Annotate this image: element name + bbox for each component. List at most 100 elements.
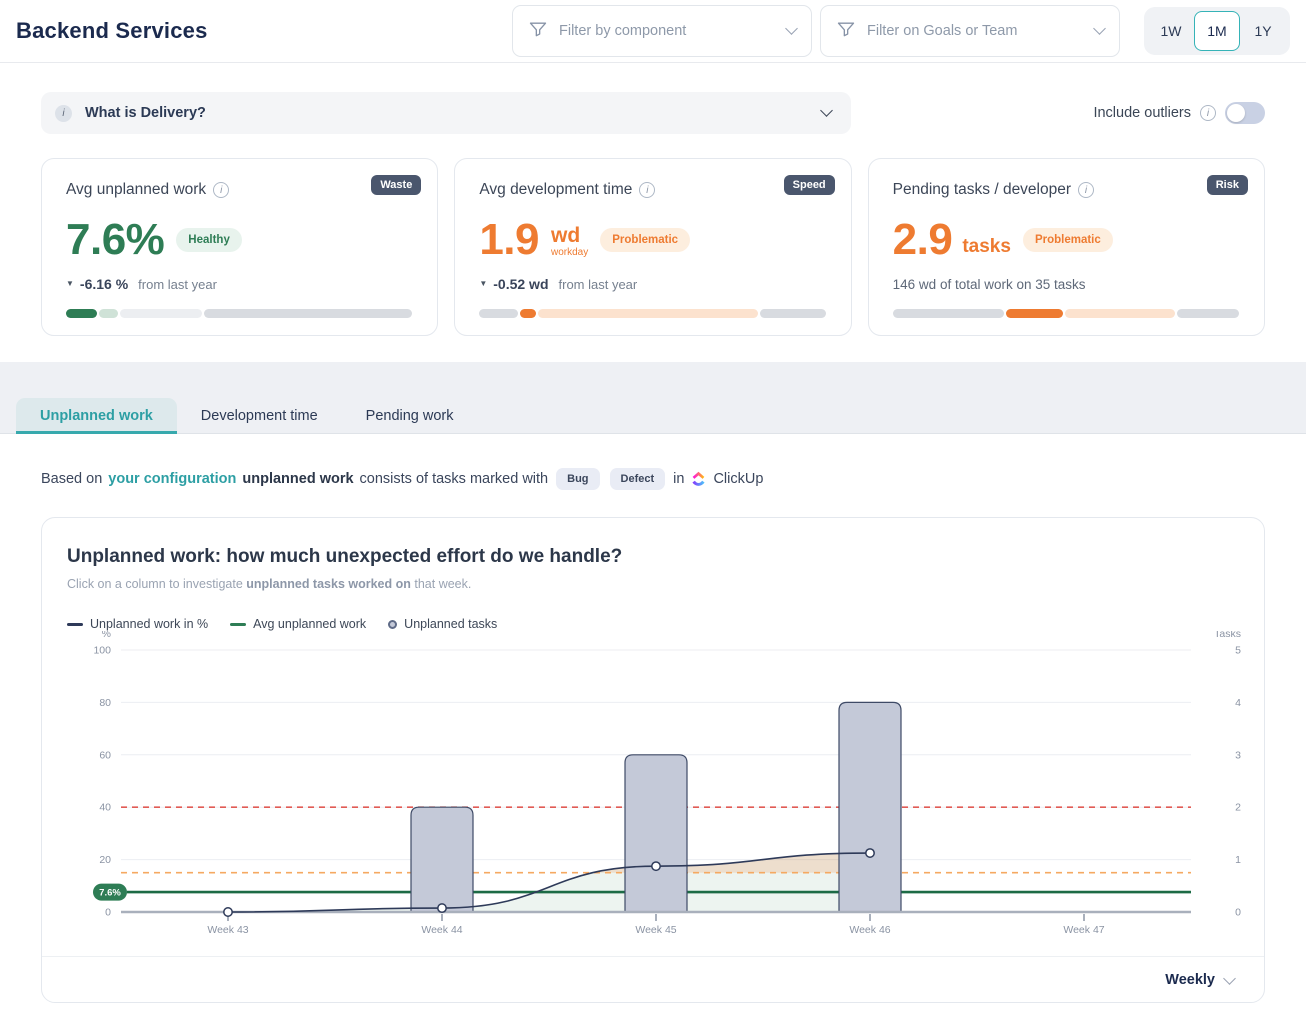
svg-text:1: 1: [1235, 854, 1241, 866]
component-filter-dropdown[interactable]: Filter by component: [512, 5, 812, 57]
svg-text:Tasks: Tasks: [1214, 631, 1241, 640]
svg-text:0: 0: [105, 907, 111, 919]
svg-text:%: %: [102, 631, 111, 640]
delta-caption: from last year: [138, 277, 217, 292]
info-icon[interactable]: i: [639, 182, 655, 198]
include-outliers-control: Include outliers i: [1093, 102, 1265, 124]
note-prefix: Based on: [41, 471, 102, 487]
tag-chip-defect: Defect: [610, 468, 666, 490]
status-badge: Healthy: [176, 228, 242, 252]
subtitle-bold: unplanned tasks worked on: [246, 577, 411, 591]
category-badge-speed: Speed: [784, 175, 835, 195]
tab-content: Based on your configuration unplanned wo…: [0, 468, 1306, 1003]
legend-item-unplanned-work-in-[interactable]: Unplanned work in %: [67, 617, 208, 631]
svg-text:0: 0: [1235, 907, 1241, 919]
range-1m-button[interactable]: 1M: [1194, 11, 1240, 51]
svg-text:60: 60: [99, 749, 111, 761]
goals-team-filter-placeholder: Filter on Goals or Team: [867, 23, 1017, 39]
unplanned-work-chart-card: Unplanned work: how much unexpected effo…: [41, 517, 1265, 1003]
progress-segment: [1065, 309, 1174, 318]
status-badge: Problematic: [1023, 228, 1113, 252]
info-icon[interactable]: i: [213, 182, 229, 198]
tab-development-time[interactable]: Development time: [177, 398, 342, 434]
progress-segment: [760, 309, 826, 318]
granularity-label: Weekly: [1165, 972, 1215, 988]
svg-text:4: 4: [1235, 697, 1241, 709]
chevron-down-icon: [1223, 972, 1236, 985]
svg-text:Week 45: Week 45: [635, 924, 676, 936]
triangle-down-icon: ▼: [66, 280, 74, 288]
legend-label: Unplanned tasks: [404, 617, 497, 631]
chart-title: Unplanned work: how much unexpected effo…: [67, 546, 1239, 568]
include-outliers-toggle[interactable]: [1225, 102, 1265, 124]
goals-team-filter-dropdown[interactable]: Filter on Goals or Team: [820, 5, 1120, 57]
delta-value: -6.16 %: [80, 276, 128, 292]
delta-value: -0.52 wd: [493, 276, 548, 292]
tab-pending-work[interactable]: Pending work: [342, 398, 478, 434]
info-icon[interactable]: i: [1078, 182, 1094, 198]
legend-line-swatch: [230, 623, 246, 626]
range-1w-button[interactable]: 1W: [1148, 11, 1194, 51]
metric-card-pending-tasks: Pending tasks / developer i Risk 2.9 tas…: [868, 158, 1265, 336]
card-title: Avg development time: [479, 181, 632, 199]
chart-subtitle: Click on a column to investigate unplann…: [67, 577, 1239, 591]
range-1y-button[interactable]: 1Y: [1240, 11, 1286, 51]
svg-text:20: 20: [99, 854, 111, 866]
svg-text:Week 43: Week 43: [207, 924, 248, 936]
info-icon[interactable]: i: [1200, 105, 1216, 121]
metric-cards: Avg unplanned work i Waste 7.6% Healthy …: [41, 158, 1265, 336]
tab-unplanned-work[interactable]: Unplanned work: [16, 398, 177, 434]
legend-label: Unplanned work in %: [90, 617, 208, 631]
progress-segment: [1006, 309, 1063, 318]
legend-line-swatch: [67, 623, 83, 626]
progress-segment: [99, 309, 118, 318]
accordion-label: What is Delivery?: [85, 105, 206, 121]
delta-caption: from last year: [559, 277, 638, 292]
toggle-knob: [1227, 104, 1245, 122]
subtitle-prefix: Click on a column to investigate: [67, 577, 243, 591]
configuration-note: Based on your configuration unplanned wo…: [41, 468, 1265, 490]
svg-text:5: 5: [1235, 645, 1241, 657]
page-title: Backend Services: [16, 18, 208, 44]
progress-bar: [893, 309, 1240, 318]
app-header: Backend Services Filter by component Fil…: [0, 0, 1306, 63]
bar-week-44[interactable]: [411, 807, 473, 912]
legend-circle-swatch: [388, 620, 397, 629]
granularity-dropdown[interactable]: Weekly: [42, 956, 1264, 1002]
svg-text:40: 40: [99, 802, 111, 814]
unplanned-chart: 7.6%Week 43Week 44Week 45Week 46Week 47%…: [67, 631, 1247, 941]
card-title: Pending tasks / developer: [893, 181, 1071, 199]
chart-legend: Unplanned work in % Avg unplanned work Unp…: [67, 617, 1239, 631]
svg-text:Week 47: Week 47: [1063, 924, 1104, 936]
metric-value: 7.6%: [66, 215, 164, 265]
tab-label: Pending work: [366, 408, 454, 424]
what-is-delivery-accordion[interactable]: i What is Delivery?: [41, 92, 851, 134]
tab-label: Unplanned work: [40, 408, 153, 424]
progress-segment: [1177, 309, 1240, 318]
svg-text:80: 80: [99, 697, 111, 709]
legend-label: Avg unplanned work: [253, 617, 366, 631]
tab-label: Development time: [201, 408, 318, 424]
configuration-link[interactable]: your configuration: [108, 471, 236, 487]
svg-text:100: 100: [93, 645, 111, 657]
progress-segment: [204, 309, 412, 318]
card-title: Avg unplanned work: [66, 181, 206, 199]
note-bold: unplanned work: [242, 471, 353, 487]
bar-week-46[interactable]: [839, 702, 901, 912]
subtitle-suffix: that week.: [414, 577, 471, 591]
metric-card-unplanned-work: Avg unplanned work i Waste 7.6% Healthy …: [41, 158, 438, 336]
legend-item-avg-unplanned-work[interactable]: Avg unplanned work: [230, 617, 366, 631]
funnel-icon: [528, 19, 548, 43]
bar-week-45[interactable]: [625, 755, 687, 912]
note-connector: in: [673, 471, 684, 487]
progress-segment: [479, 309, 517, 318]
svg-text:7.6%: 7.6%: [99, 888, 121, 899]
tag-chip-bug: Bug: [556, 468, 599, 490]
progress-segment: [538, 309, 758, 318]
progress-segment: [66, 309, 97, 318]
legend-item-unplanned-tasks[interactable]: Unplanned tasks: [388, 617, 497, 631]
app-name: ClickUp: [713, 471, 763, 487]
metric-value: 1.9: [479, 215, 539, 265]
clickup-logo-icon: [691, 471, 706, 488]
progress-bar: [66, 309, 413, 318]
